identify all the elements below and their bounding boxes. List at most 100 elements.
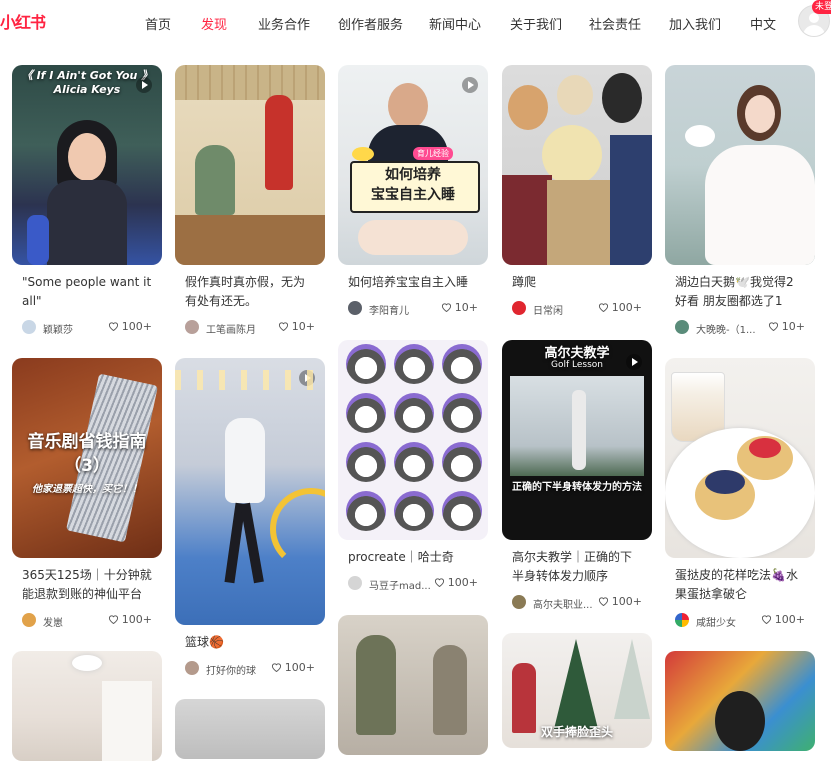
note-cover[interactable] xyxy=(665,65,815,265)
author-avatar[interactable] xyxy=(675,613,689,627)
husky-sticker-shape xyxy=(346,491,386,531)
note-card[interactable]: 蹲爬 日常闲 100+ xyxy=(502,65,652,320)
author-avatar[interactable] xyxy=(512,595,526,609)
christmas-tree-shape xyxy=(614,639,650,719)
note-cover[interactable]: 育儿经验 如何培养 宝宝自主入睡 xyxy=(338,65,488,265)
note-card[interactable] xyxy=(338,615,488,755)
note-meta: 工笔画陈月 10+ xyxy=(185,317,315,339)
heart-icon xyxy=(598,597,608,606)
like-count-text: 10+ xyxy=(291,320,315,333)
like-count[interactable]: 100+ xyxy=(761,613,805,626)
cover-overlay-text: 音乐剧省钱指南 （3） xyxy=(27,432,147,476)
author-avatar[interactable] xyxy=(348,301,362,315)
author-avatar[interactable] xyxy=(22,320,36,334)
note-cover[interactable] xyxy=(665,358,815,558)
roof-pattern-shape xyxy=(175,65,325,100)
note-meta: 颖颖莎 100+ xyxy=(22,317,152,339)
note-card[interactable]: 育儿经验 如何培养 宝宝自主入睡 如何培养宝宝自主入睡 李阳育儿 10+ xyxy=(338,65,488,320)
nav-join-us[interactable]: 加入我们 xyxy=(669,14,721,33)
note-cover[interactable] xyxy=(338,340,488,540)
author-name[interactable]: 颖颖莎 xyxy=(43,321,73,336)
author-name[interactable]: 日常闲 xyxy=(533,302,563,317)
husky-sticker-shape xyxy=(442,344,482,384)
note-title[interactable]: 篮球🏀 xyxy=(185,633,315,652)
note-card[interactable]: 篮球🏀 打好你的球 100+ xyxy=(175,358,325,680)
author-avatar[interactable] xyxy=(675,320,689,334)
note-card[interactable]: 《 If I Ain't Got You 》 Alicia Keys "Some… xyxy=(12,65,162,339)
xiaohongshu-logo[interactable]: 小红书 xyxy=(0,9,46,33)
note-title[interactable]: 365天125场｜十分钟就能退款到账的神仙平台 xyxy=(22,566,152,604)
note-title[interactable]: 湖边白天鹅🕊️我觉得2好看 朋友圈都选了1 xyxy=(675,273,805,311)
author-name[interactable]: 发崽 xyxy=(43,614,63,629)
avatar-body-shape xyxy=(803,25,825,36)
like-count[interactable]: 100+ xyxy=(598,595,642,608)
note-cover[interactable]: 高尔夫教学 Golf Lesson 正确的下半身转体发力的方法 xyxy=(502,340,652,540)
heart-icon xyxy=(278,322,288,331)
note-title[interactable]: 假作真时真亦假，无为有处有还无。 xyxy=(185,273,315,311)
author-name[interactable]: 马豆子mad... xyxy=(369,577,431,592)
chandelier-shape xyxy=(72,655,102,671)
heart-icon xyxy=(598,303,608,312)
author-avatar[interactable] xyxy=(512,301,526,315)
note-title[interactable]: 蛋挞皮的花样吃法🍇水果蛋挞拿破仑 xyxy=(675,566,805,604)
nav-home[interactable]: 首页 xyxy=(145,14,171,33)
cover-sub-text: 他家退票超快，买它！！ xyxy=(32,484,142,495)
author-avatar[interactable] xyxy=(348,576,362,590)
author-name[interactable]: 李阳育儿 xyxy=(369,302,409,317)
nav-business[interactable]: 业务合作 xyxy=(258,14,310,33)
author-avatar[interactable] xyxy=(185,661,199,675)
note-cover[interactable] xyxy=(175,699,325,759)
raspberry-shape xyxy=(749,438,781,458)
note-cover[interactable] xyxy=(665,651,815,751)
like-count[interactable]: 100+ xyxy=(434,576,478,589)
like-count[interactable]: 100+ xyxy=(271,661,315,674)
note-cover[interactable] xyxy=(338,615,488,755)
note-card[interactable]: 音乐剧省钱指南 （3） 他家退票超快，买它！！ 365天125场｜十分钟就能退款… xyxy=(12,358,162,632)
like-count[interactable]: 100+ xyxy=(598,301,642,314)
red-robe-figure-shape xyxy=(265,95,293,190)
note-card[interactable] xyxy=(665,651,815,751)
note-card[interactable] xyxy=(175,699,325,759)
note-cover[interactable]: 双手捧脸歪头 xyxy=(502,633,652,748)
author-name[interactable]: 大晚晚-（1... xyxy=(696,321,756,336)
note-card[interactable]: 假作真时真亦假，无为有处有还无。 工笔画陈月 10+ xyxy=(175,65,325,339)
note-cover[interactable]: 音乐剧省钱指南 （3） 他家退票超快，买它！！ xyxy=(12,358,162,558)
login-badge[interactable]: 未登 xyxy=(812,0,831,14)
note-cover[interactable] xyxy=(175,358,325,625)
like-count[interactable]: 10+ xyxy=(768,320,805,333)
note-title[interactable]: "Some people want it all" xyxy=(22,273,152,311)
nav-creator-services[interactable]: 创作者服务 xyxy=(338,14,403,33)
note-card[interactable]: 高尔夫教学 Golf Lesson 正确的下半身转体发力的方法 高尔夫教学｜正确… xyxy=(502,340,652,614)
like-count[interactable]: 100+ xyxy=(108,320,152,333)
note-cover[interactable] xyxy=(502,65,652,265)
note-cover[interactable] xyxy=(175,65,325,265)
note-meta: 咸甜少女 100+ xyxy=(675,610,805,632)
note-card[interactable] xyxy=(12,651,162,761)
note-card[interactable]: 蛋挞皮的花样吃法🍇水果蛋挞拿破仑 咸甜少女 100+ xyxy=(665,358,815,632)
author-name[interactable]: 高尔夫职业... xyxy=(533,596,593,611)
note-cover[interactable] xyxy=(12,651,162,761)
nav-discover[interactable]: 发现 xyxy=(201,14,227,33)
note-title[interactable]: 高尔夫教学｜正确的下半身转体发力顺序 xyxy=(512,548,642,586)
note-card[interactable]: 湖边白天鹅🕊️我觉得2好看 朋友圈都选了1 大晚晚-（1... 10+ xyxy=(665,65,815,339)
note-title[interactable]: 如何培养宝宝自主入睡 xyxy=(348,273,478,292)
like-count[interactable]: 10+ xyxy=(441,301,478,314)
note-title[interactable]: procreate｜哈士奇 xyxy=(348,548,478,567)
note-card[interactable]: procreate｜哈士奇 马豆子mad... 100+ xyxy=(338,340,488,595)
nav-about-us[interactable]: 关于我们 xyxy=(510,14,562,33)
like-count[interactable]: 100+ xyxy=(108,613,152,626)
author-name[interactable]: 咸甜少女 xyxy=(696,614,736,629)
note-title[interactable]: 蹲爬 xyxy=(512,273,642,292)
author-avatar[interactable] xyxy=(22,613,36,627)
author-name[interactable]: 工笔画陈月 xyxy=(206,321,256,336)
white-dress-shape xyxy=(705,145,815,265)
white-flower-shape xyxy=(685,125,715,147)
note-cover[interactable]: 《 If I Ain't Got You 》 Alicia Keys xyxy=(12,65,162,265)
nav-social-responsibility[interactable]: 社会责任 xyxy=(589,14,641,33)
like-count[interactable]: 10+ xyxy=(278,320,315,333)
nav-language[interactable]: 中文 xyxy=(750,14,776,33)
author-name[interactable]: 打好你的球 xyxy=(206,662,256,677)
author-avatar[interactable] xyxy=(185,320,199,334)
nav-news-center[interactable]: 新闻中心 xyxy=(429,14,481,33)
note-card[interactable]: 双手捧脸歪头 xyxy=(502,633,652,748)
